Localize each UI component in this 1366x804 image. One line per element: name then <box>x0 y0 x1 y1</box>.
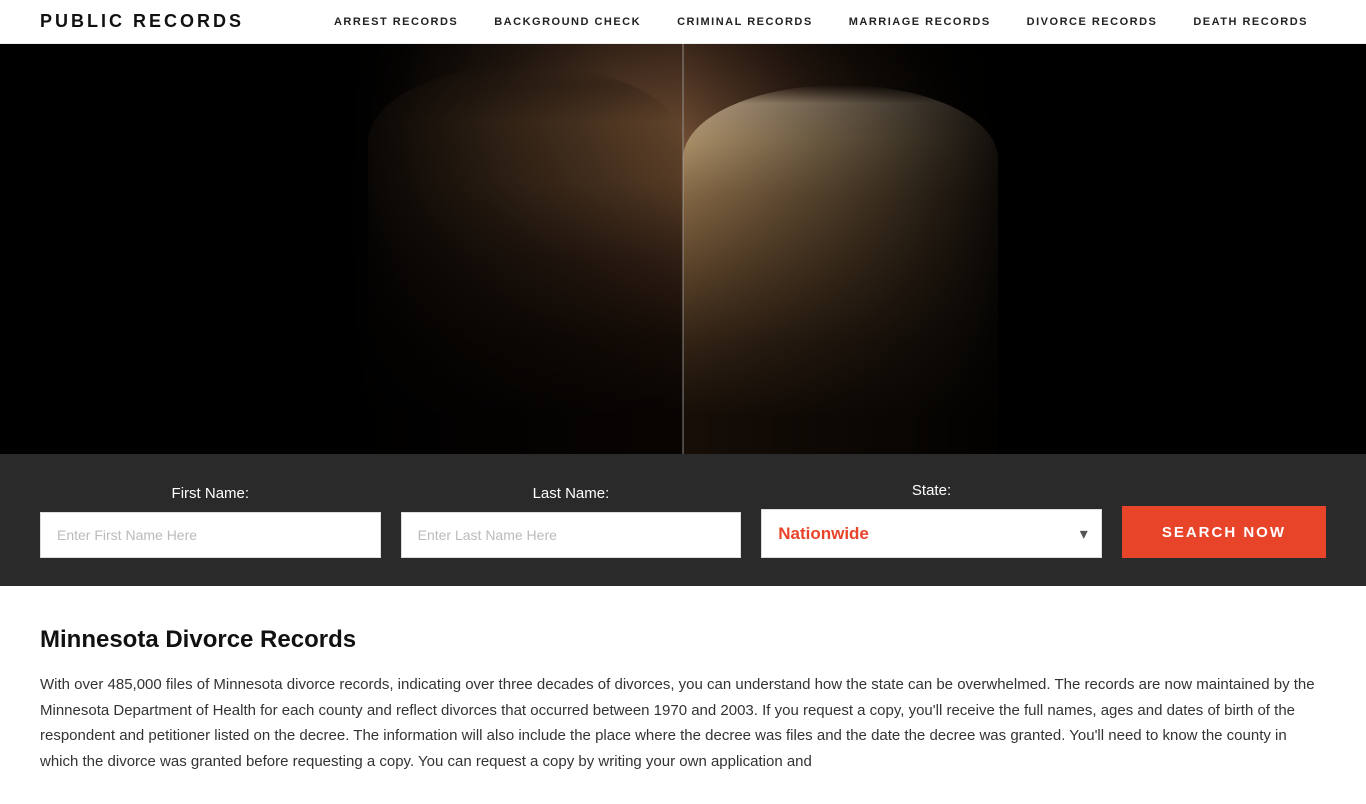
hero-section <box>0 44 1366 454</box>
last-name-label: Last Name: <box>401 485 742 502</box>
first-name-label: First Name: <box>40 485 381 502</box>
first-name-input[interactable] <box>40 512 381 558</box>
state-group: State: NationwideAlabamaAlaskaArizonaArk… <box>761 482 1102 558</box>
nav-criminal-records[interactable]: CRIMINAL RECORDS <box>659 0 831 44</box>
content-section: Minnesota Divorce Records With over 485,… <box>0 586 1366 804</box>
nav-arrest-records[interactable]: ARREST RECORDS <box>316 0 476 44</box>
hero-overlay-right <box>683 44 1033 454</box>
state-select-wrapper: NationwideAlabamaAlaskaArizonaArkansasCa… <box>761 509 1102 558</box>
nav-background-check[interactable]: BACKGROUND CHECK <box>476 0 659 44</box>
nav-death-records[interactable]: DEATH RECORDS <box>1175 0 1326 44</box>
hero-overlay-left <box>333 44 683 454</box>
first-name-group: First Name: <box>40 485 381 558</box>
hero-image <box>333 44 1033 454</box>
last-name-input[interactable] <box>401 512 742 558</box>
site-logo[interactable]: PUBLIC RECORDS <box>40 11 244 32</box>
last-name-group: Last Name: <box>401 485 742 558</box>
nav-divorce-records[interactable]: DIVORCE RECORDS <box>1009 0 1176 44</box>
content-title: Minnesota Divorce Records <box>40 626 1326 654</box>
nav-marriage-records[interactable]: MARRIAGE RECORDS <box>831 0 1009 44</box>
state-label: State: <box>761 482 1102 499</box>
content-body: With over 485,000 files of Minnesota div… <box>40 672 1326 774</box>
site-header: PUBLIC RECORDS ARREST RECORDS BACKGROUND… <box>0 0 1366 44</box>
state-select[interactable]: NationwideAlabamaAlaskaArizonaArkansasCa… <box>761 509 1102 558</box>
hero-couple-bg <box>333 44 1033 454</box>
main-nav: ARREST RECORDS BACKGROUND CHECK CRIMINAL… <box>316 0 1326 44</box>
search-now-button[interactable]: SEARCH NOW <box>1122 506 1326 558</box>
search-section: First Name: Last Name: State: Nationwide… <box>0 454 1366 586</box>
